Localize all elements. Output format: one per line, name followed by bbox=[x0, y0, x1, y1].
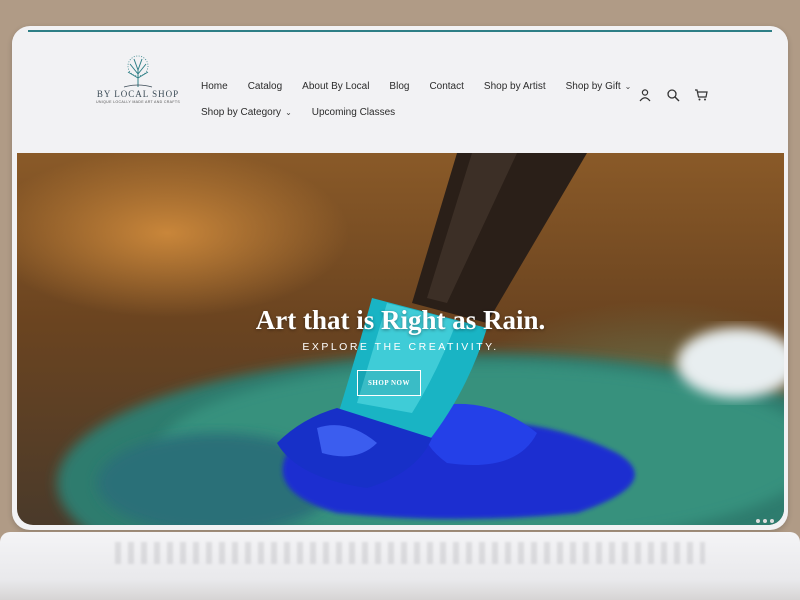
hero-banner: Art that is Right as Rain. EXPLORE THE C… bbox=[17, 153, 784, 525]
tree-logo-icon bbox=[123, 55, 153, 88]
search-icon[interactable] bbox=[666, 88, 680, 102]
nav-item-label: Home bbox=[201, 80, 228, 92]
nav-item-shop-by-gift[interactable]: Shop by Gift ⌄ bbox=[566, 81, 632, 92]
brand-logo[interactable]: BY LOCAL SHOP UNIQUE LOCALLY MADE ART AN… bbox=[96, 54, 180, 114]
nav-item-label: Catalog bbox=[247, 80, 283, 92]
laptop-screen: BY LOCAL SHOP UNIQUE LOCALLY MADE ART AN… bbox=[12, 26, 788, 530]
nav-item-label: Shop by Category bbox=[201, 106, 282, 118]
cart-icon[interactable] bbox=[694, 88, 708, 102]
nav-item-label: Contact bbox=[429, 80, 464, 92]
nav-item-blog[interactable]: Blog bbox=[389, 81, 409, 92]
site-header: BY LOCAL SHOP UNIQUE LOCALLY MADE ART AN… bbox=[12, 32, 788, 153]
nav-item-label: Shop by Gift bbox=[565, 80, 621, 92]
main-navigation: Home Catalog About By Local Blog Contact… bbox=[201, 73, 631, 125]
chevron-down-icon: ⌄ bbox=[624, 81, 632, 91]
nav-item-label: Blog bbox=[389, 80, 410, 92]
nav-item-home[interactable]: Home bbox=[201, 81, 228, 92]
laptop-keyboard-base bbox=[0, 532, 800, 600]
nav-item-label: Upcoming Classes bbox=[311, 106, 396, 118]
header-icons bbox=[638, 88, 708, 102]
nav-row-primary: Home Catalog About By Local Blog Contact… bbox=[201, 73, 631, 99]
nav-item-contact[interactable]: Contact bbox=[429, 81, 463, 92]
account-icon[interactable] bbox=[638, 88, 652, 102]
nav-row-secondary: Shop by Category ⌄ Upcoming Classes bbox=[201, 99, 631, 125]
brand-name: BY LOCAL SHOP bbox=[96, 89, 180, 99]
slideshow-dots bbox=[756, 519, 774, 523]
slide-dot[interactable] bbox=[770, 519, 774, 523]
nav-item-catalog[interactable]: Catalog bbox=[248, 81, 282, 92]
nav-item-upcoming-classes[interactable]: Upcoming Classes bbox=[312, 107, 395, 118]
brand-tagline: UNIQUE LOCALLY MADE ART AND CRAFTS bbox=[96, 100, 181, 104]
chevron-down-icon: ⌄ bbox=[285, 107, 292, 117]
nav-item-shop-by-artist[interactable]: Shop by Artist bbox=[484, 81, 546, 92]
paintbrush-palette-image bbox=[57, 153, 784, 525]
nav-item-label: About By Local bbox=[302, 80, 370, 92]
nav-item-label: Shop by Artist bbox=[483, 80, 546, 92]
shop-now-button[interactable]: SHOP NOW bbox=[357, 370, 421, 396]
hero-subheadline: EXPLORE THE CREATIVITY. bbox=[302, 341, 499, 353]
keyboard-keys bbox=[115, 542, 705, 564]
hero-headline: Art that is Right as Rain. bbox=[255, 305, 546, 335]
nav-item-about[interactable]: About By Local bbox=[302, 81, 369, 92]
slide-dot[interactable] bbox=[756, 519, 760, 523]
slide-dot[interactable] bbox=[763, 519, 767, 523]
nav-item-shop-by-category[interactable]: Shop by Category ⌄ bbox=[201, 107, 292, 118]
